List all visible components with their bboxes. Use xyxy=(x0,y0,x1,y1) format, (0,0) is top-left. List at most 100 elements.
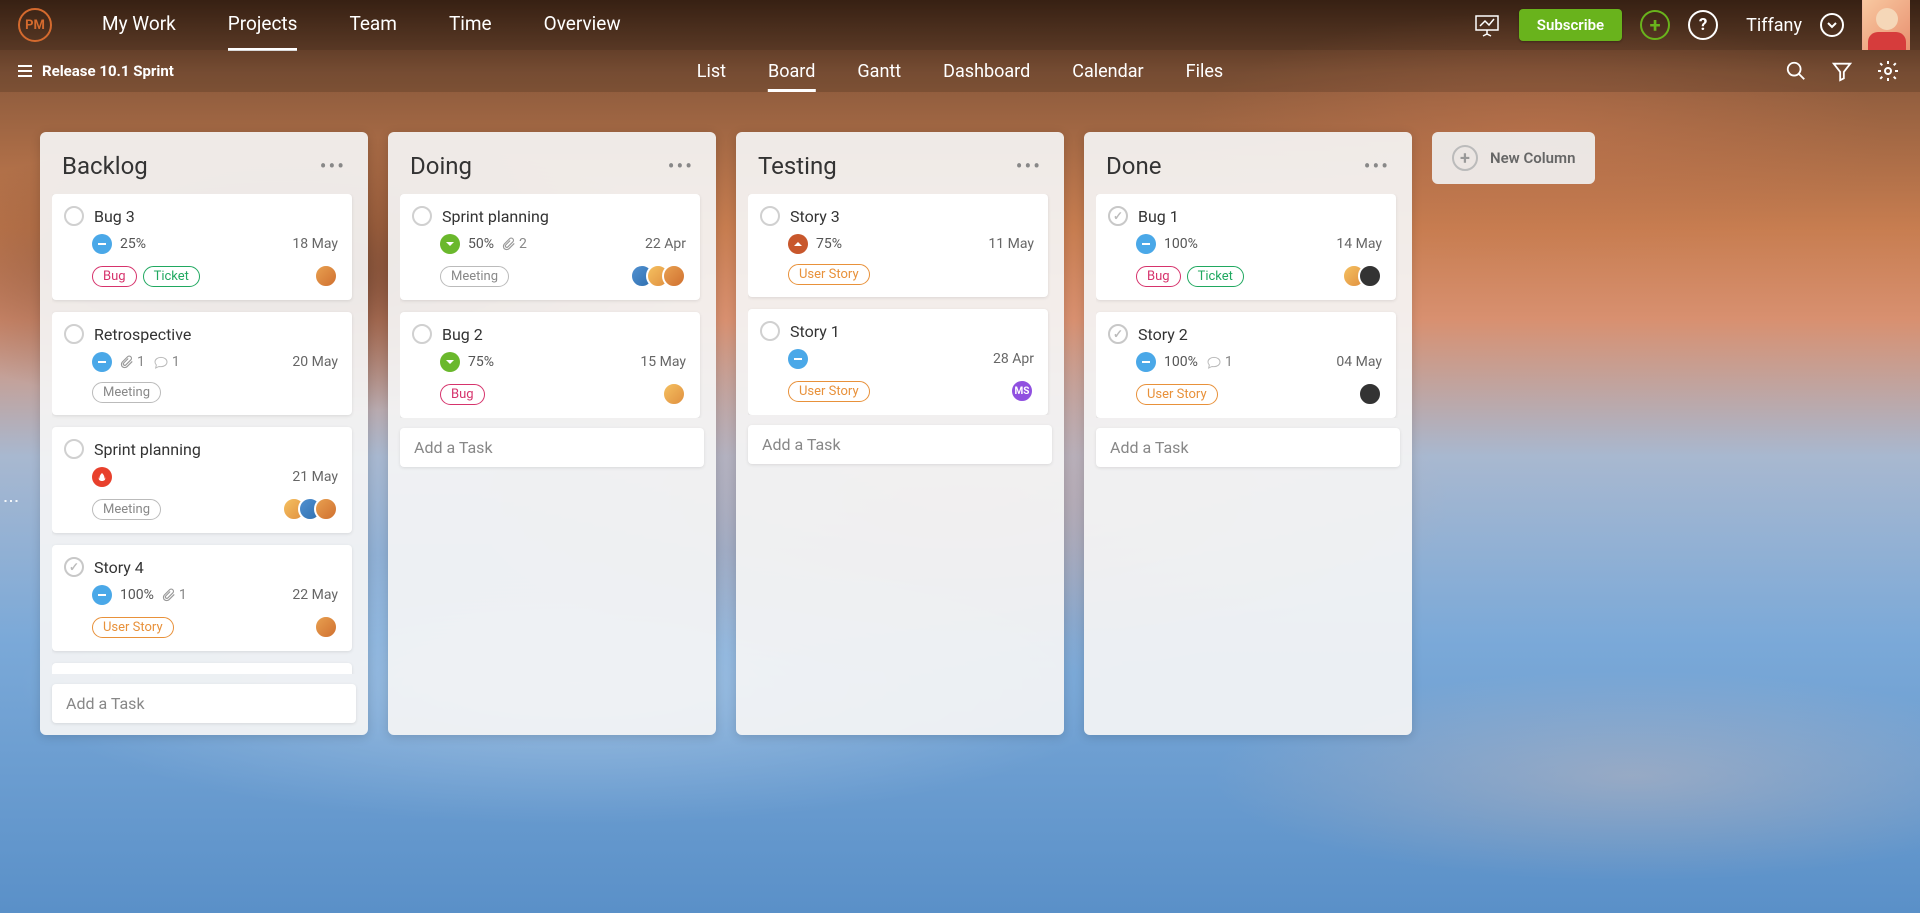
due-date: 18 May xyxy=(292,236,338,252)
tag: User Story xyxy=(92,617,174,638)
tab-list[interactable]: List xyxy=(697,61,726,82)
tab-dashboard[interactable]: Dashboard xyxy=(943,61,1030,82)
complete-checkbox[interactable] xyxy=(64,439,84,459)
task-card[interactable]: Story 1 28 Apr User Story MS xyxy=(748,309,1048,415)
menu-icon[interactable] xyxy=(18,65,32,77)
assignee-avatar[interactable] xyxy=(1358,382,1382,406)
task-card[interactable]: Retrospective 1 1 20 May Meeting xyxy=(52,312,352,415)
project-title-area[interactable]: Release 10.1 Sprint xyxy=(18,62,174,80)
logo-icon[interactable]: PM xyxy=(18,8,52,42)
complete-checkbox[interactable] xyxy=(64,206,84,226)
tag: Ticket xyxy=(143,266,200,287)
tab-board[interactable]: Board xyxy=(768,61,815,82)
complete-checkbox[interactable] xyxy=(1108,324,1128,344)
nav-team[interactable]: Team xyxy=(349,12,397,39)
due-date: 20 May xyxy=(292,354,338,370)
sub-nav-tools xyxy=(1782,57,1902,85)
task-card[interactable]: Story 5 25 May xyxy=(52,663,352,674)
tab-files[interactable]: Files xyxy=(1186,61,1224,82)
search-icon[interactable] xyxy=(1782,57,1810,85)
assignee-avatar[interactable] xyxy=(314,615,338,639)
complete-checkbox[interactable] xyxy=(412,206,432,226)
card-title: Bug 1 xyxy=(1138,207,1179,226)
assignee-avatar[interactable] xyxy=(1358,264,1382,288)
assignee-avatar[interactable] xyxy=(662,382,686,406)
task-card[interactable]: Story 3 75% 11 May User Story xyxy=(748,194,1048,297)
nav-my-work[interactable]: My Work xyxy=(102,12,176,39)
column-menu-icon[interactable]: ••• xyxy=(668,154,694,178)
assignee-list xyxy=(282,497,338,521)
main-nav: My Work Projects Team Time Overview xyxy=(102,12,621,39)
comment-icon: 1 xyxy=(1206,354,1233,370)
complete-checkbox[interactable] xyxy=(412,324,432,344)
card-meta-row: 100% 1 22 May xyxy=(92,585,338,605)
tag: Bug xyxy=(440,384,485,405)
presentation-icon[interactable] xyxy=(1473,11,1501,39)
tab-gantt[interactable]: Gantt xyxy=(857,61,901,82)
side-handle-icon[interactable]: ⋮ xyxy=(2,493,21,513)
add-task-input[interactable]: Add a Task xyxy=(400,428,704,467)
status-icon xyxy=(440,352,460,372)
due-date: 11 May xyxy=(988,236,1034,252)
card-header: Story 1 xyxy=(760,321,1034,341)
tag: Bug xyxy=(1136,266,1181,287)
assignee-avatar[interactable] xyxy=(314,264,338,288)
tag: Meeting xyxy=(92,382,161,403)
tag: Meeting xyxy=(92,499,161,520)
nav-overview[interactable]: Overview xyxy=(544,12,621,39)
tags-row: BugTicket xyxy=(1136,264,1382,288)
add-button[interactable]: + xyxy=(1640,10,1670,40)
complete-checkbox[interactable] xyxy=(64,557,84,577)
complete-checkbox[interactable] xyxy=(760,206,780,226)
subscribe-button[interactable]: Subscribe xyxy=(1519,9,1622,41)
column-menu-icon[interactable]: ••• xyxy=(1364,154,1390,178)
filter-icon[interactable] xyxy=(1828,57,1856,85)
assignee-avatar[interactable]: MS xyxy=(1010,379,1034,403)
card-header: Bug 3 xyxy=(64,206,338,226)
task-card[interactable]: Sprint planning 50% 2 22 Apr Meeting xyxy=(400,194,700,300)
column: Backlog ••• Bug 3 25% 18 May BugTicket xyxy=(40,132,368,735)
nav-projects[interactable]: Projects xyxy=(228,12,298,39)
assignee-avatar[interactable] xyxy=(662,264,686,288)
tag: User Story xyxy=(1136,384,1218,405)
column: Doing ••• Sprint planning 50% 2 22 Apr M… xyxy=(388,132,716,735)
task-card[interactable]: Story 4 100% 1 22 May User Story xyxy=(52,545,352,651)
complete-checkbox[interactable] xyxy=(760,321,780,341)
column-title: Done xyxy=(1106,152,1161,180)
add-task-input[interactable]: Add a Task xyxy=(748,425,1052,464)
help-button[interactable]: ? xyxy=(1688,10,1718,40)
column-menu-icon[interactable]: ••• xyxy=(1016,154,1042,178)
user-menu-chevron[interactable] xyxy=(1820,13,1844,37)
task-card[interactable]: Bug 1 100% 14 May BugTicket xyxy=(1096,194,1396,300)
nav-time[interactable]: Time xyxy=(449,12,492,39)
task-card[interactable]: Bug 3 25% 18 May BugTicket xyxy=(52,194,352,300)
task-card[interactable]: Bug 2 75% 15 May Bug xyxy=(400,312,700,418)
task-card[interactable]: Sprint planning 21 May Meeting xyxy=(52,427,352,533)
tag: User Story xyxy=(788,381,870,402)
status-icon xyxy=(92,352,112,372)
card-title: Story 4 xyxy=(94,558,144,577)
new-column-button[interactable]: + New Column xyxy=(1432,132,1595,184)
view-tabs: List Board Gantt Dashboard Calendar File… xyxy=(697,61,1223,82)
tab-calendar[interactable]: Calendar xyxy=(1072,61,1143,82)
card-header: Story 4 xyxy=(64,557,338,577)
top-right-actions: Subscribe + ? Tiffany xyxy=(1473,0,1910,50)
assignee-list: MS xyxy=(1010,379,1034,403)
card-title: Sprint planning xyxy=(442,207,549,226)
due-date: 04 May xyxy=(1336,354,1382,370)
complete-checkbox[interactable] xyxy=(1108,206,1128,226)
assignee-avatar[interactable] xyxy=(314,497,338,521)
tags-row: User Story xyxy=(92,615,338,639)
card-meta-row: 25% 18 May xyxy=(92,234,338,254)
column: Done ••• Bug 1 100% 14 May BugTicket xyxy=(1084,132,1412,735)
complete-checkbox[interactable] xyxy=(64,324,84,344)
add-task-input[interactable]: Add a Task xyxy=(52,684,356,723)
status-icon xyxy=(92,467,112,487)
card-title: Story 3 xyxy=(790,207,840,226)
user-avatar[interactable] xyxy=(1862,0,1910,50)
add-task-input[interactable]: Add a Task xyxy=(1096,428,1400,467)
task-card[interactable]: Story 2 100% 1 04 May User Story xyxy=(1096,312,1396,418)
settings-icon[interactable] xyxy=(1874,57,1902,85)
board: ⋮ Backlog ••• Bug 3 25% 18 May BugTicket xyxy=(0,92,1920,913)
column-menu-icon[interactable]: ••• xyxy=(320,154,346,178)
